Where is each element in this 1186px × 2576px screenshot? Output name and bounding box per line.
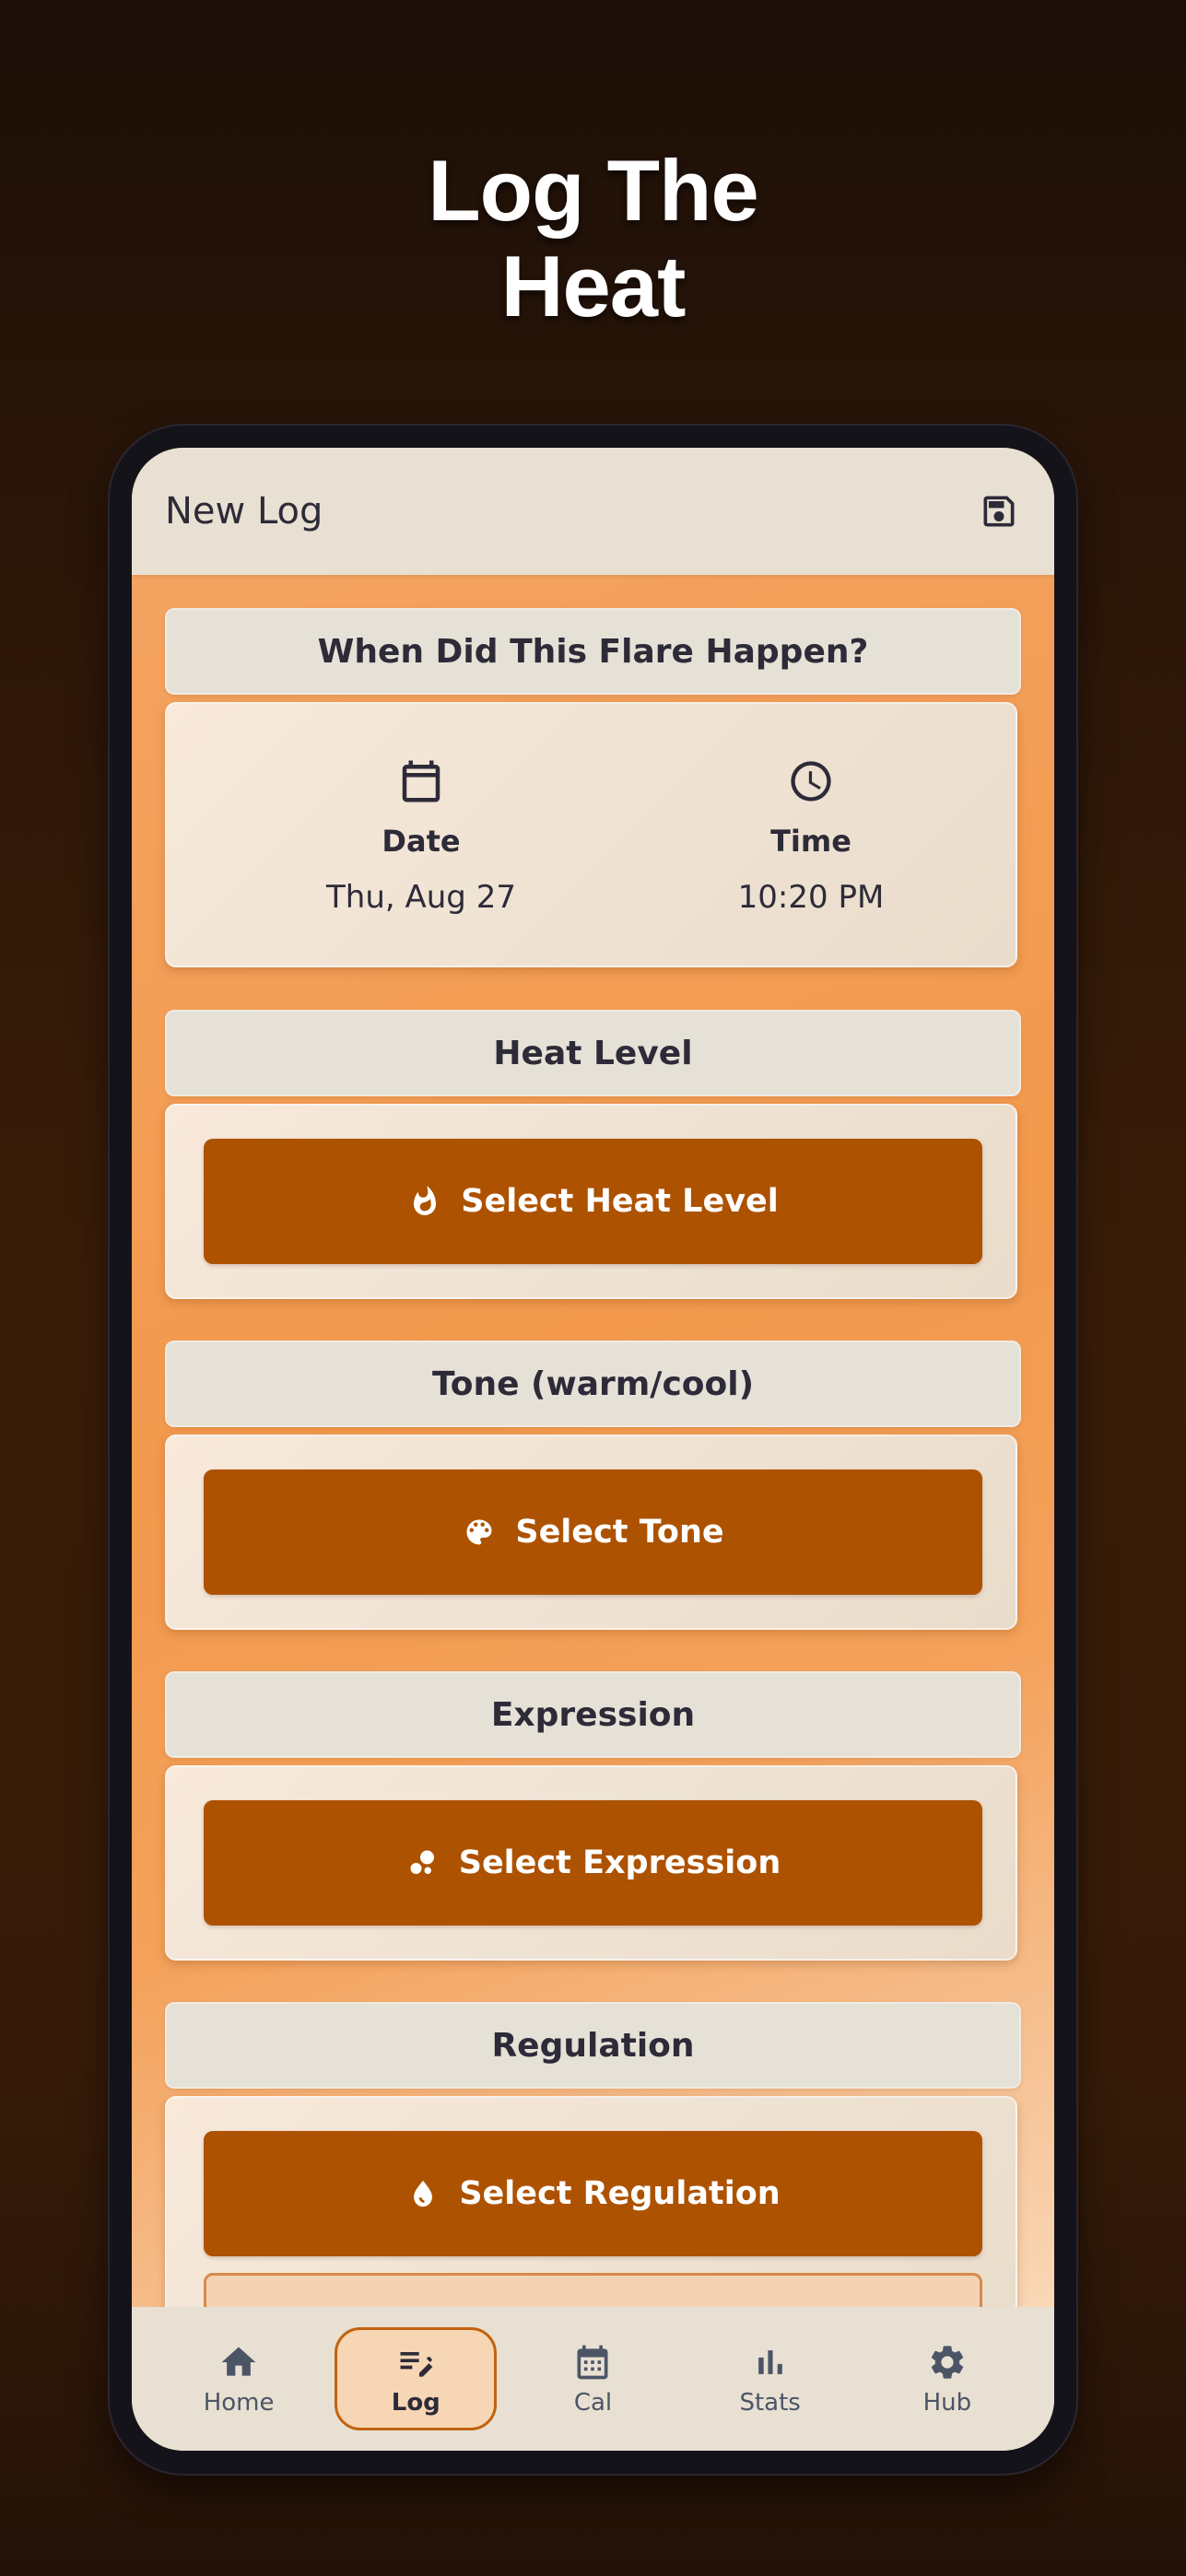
- select-expression-label: Select Expression: [458, 1844, 781, 1881]
- tone-header: Tone (warm/cool): [165, 1341, 1021, 1427]
- nav-hub-label: Hub: [922, 2389, 972, 2417]
- drop-icon: [405, 2176, 440, 2211]
- bar-chart-icon: [749, 2341, 792, 2383]
- edit-note-icon: [394, 2341, 437, 2383]
- nav-hub[interactable]: Hub: [866, 2327, 1028, 2430]
- nav-cal[interactable]: Cal: [511, 2327, 674, 2430]
- nav-stats[interactable]: Stats: [689, 2327, 851, 2430]
- date-label: Date: [382, 824, 461, 859]
- time-value: 10:20 PM: [737, 879, 885, 916]
- promo-title: Log The Heat: [0, 143, 1186, 334]
- datetime-card: Date Thu, Aug 27 Time 10:20 PM: [165, 702, 1017, 967]
- time-picker[interactable]: Time 10:20 PM: [673, 704, 949, 966]
- nav-log-label: Log: [391, 2389, 440, 2417]
- heat-level-card: Select Heat Level: [165, 1104, 1017, 1299]
- app-bar: New Log: [132, 448, 1054, 575]
- phone-frame: New Log When Did This Flare Happen? Date…: [110, 426, 1076, 2474]
- date-picker[interactable]: Date Thu, Aug 27: [283, 704, 559, 966]
- select-tone-button[interactable]: Select Tone: [204, 1469, 982, 1595]
- nav-log[interactable]: Log: [335, 2327, 498, 2430]
- select-heat-level-button[interactable]: Select Heat Level: [204, 1139, 982, 1264]
- nav-cal-label: Cal: [573, 2389, 613, 2417]
- calendar-icon: [395, 755, 447, 807]
- promo-title-line2: Heat: [500, 238, 687, 334]
- calendar-icon: [571, 2341, 614, 2383]
- when-header: When Did This Flare Happen?: [165, 608, 1021, 695]
- clock-icon: [785, 755, 837, 807]
- gear-icon: [926, 2341, 969, 2383]
- palette-icon: [462, 1515, 497, 1550]
- select-heat-level-label: Select Heat Level: [461, 1183, 779, 1220]
- select-regulation-button[interactable]: Select Regulation: [204, 2131, 982, 2256]
- nav-home[interactable]: Home: [158, 2327, 320, 2430]
- date-value: Thu, Aug 27: [326, 879, 516, 916]
- nav-home-label: Home: [203, 2389, 275, 2417]
- nav-stats-label: Stats: [739, 2389, 801, 2417]
- select-expression-button[interactable]: Select Expression: [204, 1800, 982, 1926]
- select-regulation-label: Select Regulation: [459, 2175, 781, 2212]
- app-screen: New Log When Did This Flare Happen? Date…: [132, 448, 1054, 2451]
- bottom-nav: Home Log Cal Stats Hub: [132, 2307, 1054, 2451]
- promo-title-line1: Log The: [428, 142, 759, 239]
- save-icon[interactable]: [977, 489, 1021, 533]
- regulation-header: Regulation: [165, 2002, 1021, 2089]
- page-title: New Log: [165, 490, 323, 533]
- expression-header: Expression: [165, 1671, 1021, 1758]
- flame-icon: [407, 1184, 442, 1219]
- tone-card: Select Tone: [165, 1434, 1017, 1630]
- home-icon: [217, 2341, 260, 2383]
- select-tone-label: Select Tone: [515, 1514, 724, 1551]
- bubbles-icon: [405, 1845, 440, 1880]
- heat-level-header: Heat Level: [165, 1010, 1021, 1096]
- expression-card: Select Expression: [165, 1765, 1017, 1961]
- time-label: Time: [770, 824, 851, 859]
